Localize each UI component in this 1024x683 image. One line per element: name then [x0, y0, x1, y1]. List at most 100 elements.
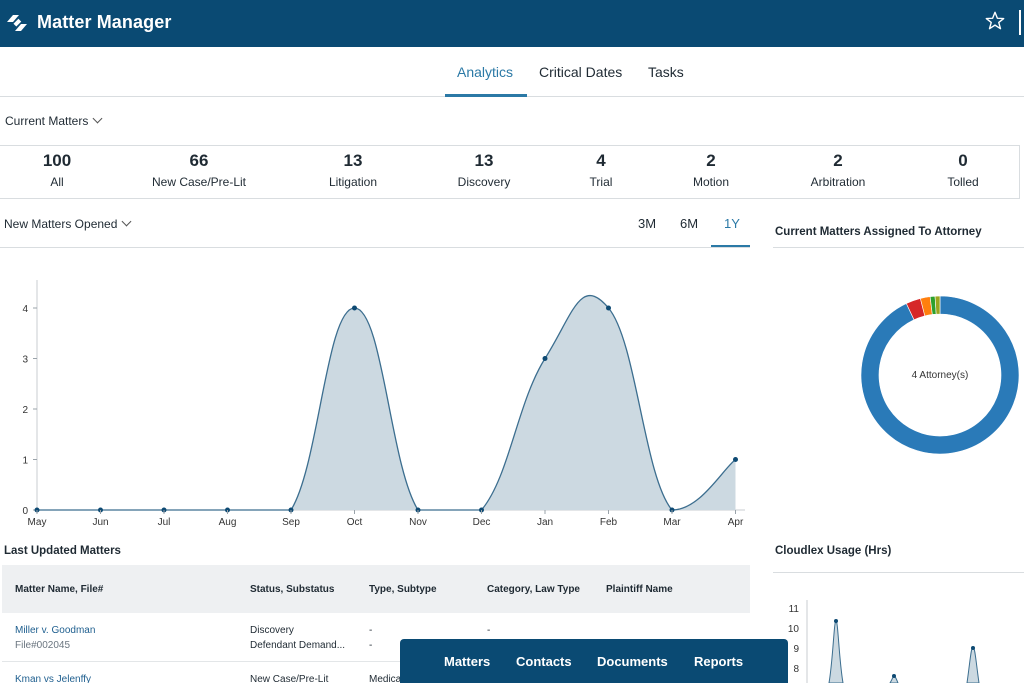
matter-name-link[interactable]: Miller v. Goodman [15, 625, 95, 636]
column-header[interactable]: Plaintiff Name [606, 584, 673, 595]
x-tick-label: Jan [537, 517, 553, 528]
column-header[interactable]: Type, Subtype [369, 584, 437, 595]
usage-y-tick: 11 [789, 604, 800, 615]
range-6m[interactable]: 6M [680, 216, 698, 231]
usage-point [971, 646, 975, 650]
favorite-star-icon[interactable] [984, 10, 1006, 32]
data-point [606, 305, 611, 311]
stat-label: New Case/Pre-Lit [151, 175, 247, 189]
divider [773, 572, 1024, 573]
stat-value: 100 [42, 151, 72, 170]
matter-stats-bar: 100 All 66 New Case/Pre-Lit 13 Litigation 1… [0, 145, 1020, 199]
tab-analytics[interactable]: Analytics [457, 64, 513, 80]
new-matters-chart: 0 1 2 3 4 May Jun Jul Aug Sep Oct Nov Dec Jan Feb Mar Ap… [22, 280, 745, 528]
matters-filter-dropdown[interactable]: Current Matters [5, 113, 103, 128]
y-tick-label: 3 [22, 355, 28, 366]
stat-value: 2 [706, 151, 716, 170]
app-title: Matter Manager [37, 12, 172, 32]
new-matters-title: New Matters Opened [4, 217, 118, 231]
stat-all[interactable]: 100 All [0, 151, 122, 189]
stat-arbitration[interactable]: 2 Arbitration [773, 151, 903, 189]
matters-table-header: Matter Name, File# Status, Substatus Typ… [2, 565, 750, 613]
donut-center-label: 4 Attorney(s) [912, 370, 969, 381]
stat-label: Tolled [947, 175, 979, 189]
usage-y-tick: 9 [793, 644, 799, 655]
matters-filter-label: Current Matters [5, 114, 89, 128]
active-tab-indicator [445, 94, 527, 97]
donut-segment [934, 295, 941, 315]
y-tick-label: 1 [22, 456, 28, 467]
last-updated-title: Last Updated Matters [4, 545, 121, 557]
matter-status: New Case/Pre-Lit [250, 674, 329, 683]
matter-file-number: File#002045 [15, 640, 71, 651]
tab-critical-dates[interactable]: Critical Dates [539, 64, 622, 80]
divider [0, 247, 750, 248]
range-1y[interactable]: 1Y [724, 216, 740, 231]
x-tick-label: Sep [282, 517, 300, 528]
bottom-navigation: Matters Contacts Documents Reports [400, 639, 788, 683]
stat-label: Motion [692, 175, 730, 189]
usage-point [892, 674, 896, 678]
stat-value: 13 [474, 151, 494, 170]
column-header[interactable]: Status, Substatus [250, 584, 334, 595]
data-point [542, 356, 548, 361]
stat-tolled[interactable]: 0 Tolled [898, 151, 1024, 189]
matter-subtype: - [369, 640, 373, 651]
matter-type: - [369, 625, 373, 636]
stat-label: Discovery [457, 175, 511, 189]
matter-name-link[interactable]: Kman vs Jelenffy [15, 674, 91, 683]
stat-label: Arbitration [810, 175, 866, 189]
x-tick-label: Mar [663, 517, 681, 528]
x-tick-label: Jun [92, 517, 108, 528]
range-3m[interactable]: 3M [638, 216, 656, 231]
usage-chart: 11 10 9 8 [788, 600, 980, 683]
x-tick-label: Oct [347, 517, 363, 528]
x-tick-label: Feb [600, 517, 618, 528]
tab-tasks[interactable]: Tasks [648, 64, 684, 80]
data-point [733, 457, 738, 462]
x-tick-label: Apr [728, 517, 744, 528]
x-tick-label: Jul [158, 517, 171, 528]
column-header[interactable]: Matter Name, File# [15, 584, 103, 595]
nav-matters[interactable]: Matters [444, 654, 490, 669]
new-matters-dropdown[interactable]: New Matters Opened [4, 216, 132, 231]
stat-label: All [50, 175, 64, 189]
main-tabs: Analytics Critical Dates Tasks [0, 47, 1024, 97]
stat-new-case[interactable]: 66 New Case/Pre-Lit [134, 151, 264, 189]
y-tick-label: 0 [22, 506, 28, 517]
stat-motion[interactable]: 2 Motion [646, 151, 776, 189]
chevron-down-icon [92, 113, 103, 124]
stat-value: 13 [343, 151, 363, 170]
data-point [352, 305, 357, 311]
x-tick-label: Nov [409, 517, 427, 528]
usage-panel-title: Cloudlex Usage (Hrs) [775, 545, 892, 557]
attorney-donut-chart: 4 Attorney(s) [860, 295, 1020, 455]
matter-category: - [487, 625, 491, 636]
nav-contacts[interactable]: Contacts [516, 654, 572, 669]
matter-type: Medica [369, 674, 402, 683]
x-tick-label: May [28, 517, 47, 528]
stat-value: 0 [958, 151, 968, 170]
usage-y-tick: 8 [793, 664, 799, 675]
usage-peak [966, 646, 980, 683]
stat-label: Litigation [328, 175, 378, 189]
stat-litigation[interactable]: 13 Litigation [288, 151, 418, 189]
y-tick-label: 4 [22, 304, 28, 315]
nav-reports[interactable]: Reports [694, 654, 743, 669]
stat-value: 2 [833, 151, 843, 170]
area-fill [37, 295, 736, 510]
y-tick-label: 2 [22, 405, 28, 416]
matter-status: Discovery [250, 625, 294, 636]
usage-y-tick: 10 [788, 624, 800, 635]
column-header[interactable]: Category, Law Type [487, 584, 580, 595]
top-bar: Matter Manager [0, 0, 1024, 47]
usage-point [834, 619, 838, 623]
x-tick-label: Aug [219, 517, 237, 528]
stat-discovery[interactable]: 13 Discovery [419, 151, 549, 189]
stat-value: 66 [189, 151, 209, 170]
divider [773, 247, 1024, 248]
attorney-panel-title: Current Matters Assigned To Attorney [775, 226, 982, 238]
nav-documents[interactable]: Documents [597, 654, 668, 669]
chevron-down-icon [121, 216, 132, 227]
x-tick-label: Dec [473, 517, 491, 528]
